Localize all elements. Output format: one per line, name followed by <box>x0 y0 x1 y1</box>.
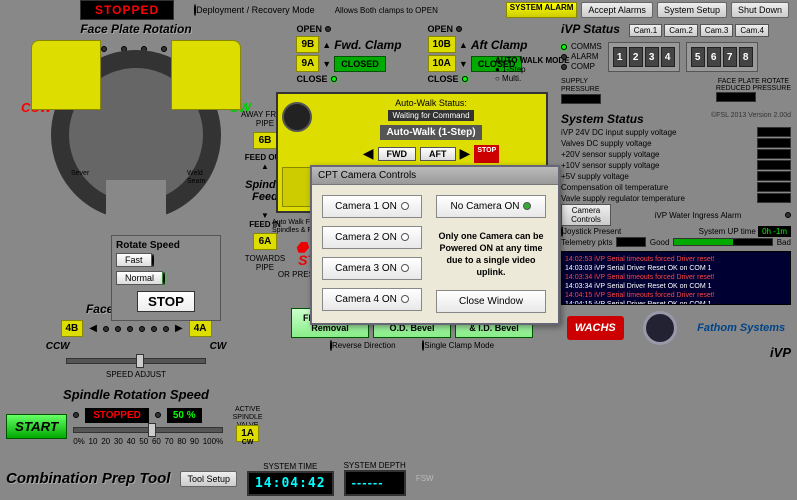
status-leds: COMMS ALARM COMP <box>561 41 602 72</box>
log-panel: 14:02:53 iVP Serial timeouts forced Driv… <box>561 251 791 305</box>
key-4a[interactable]: 4A <box>189 320 212 337</box>
seal-icon <box>282 102 312 132</box>
spindle-start-button[interactable]: START <box>6 414 67 439</box>
single-clamp-toggle[interactable]: Single Clamp Mode <box>424 341 494 350</box>
rotate-speed-label: Rotate Speed <box>116 240 216 251</box>
speed-adjust-slider[interactable] <box>66 358 206 364</box>
reduced-pressure-value <box>716 92 756 102</box>
connector-block-1: 1 2 3 4 <box>608 42 680 72</box>
deploy-mode-label[interactable]: Deployment / Recovery Mode <box>194 5 315 15</box>
stopped-indicator: STOPPED <box>80 0 174 20</box>
fathom-logo: Fathom Systems <box>697 323 785 334</box>
no-camera-on-button[interactable]: No Camera ON <box>436 195 546 218</box>
status-row: Vavle supply regulator temperature <box>561 193 791 203</box>
key-9a[interactable]: 9A <box>296 55 319 72</box>
cam1-button[interactable]: Cam.1 <box>629 24 663 37</box>
key-10b[interactable]: 10B <box>428 36 456 53</box>
spindle-percent: 50 % <box>167 408 202 423</box>
aft-clamp-section: OPEN 10B▲Aft Clamp 10A▼CLOSED CLOSE AUTO… <box>428 22 528 86</box>
camera-note: Only one Camera can be Powered ON at any… <box>436 226 546 282</box>
spindle-speed-title: Spindle Rotation Speed <box>6 387 266 402</box>
left-panel: Face Plate Rotation CCW CW Sever Weld Se… <box>6 22 266 447</box>
spindle-speed-slider[interactable] <box>73 427 223 433</box>
aw-fwd-button[interactable]: FWD <box>378 147 417 161</box>
arrow-left-icon: ◀ <box>363 145 374 163</box>
arrow-down-icon: ▼ <box>459 59 468 69</box>
arrow-left-icon: ◀ <box>89 323 97 334</box>
app-title: Combination Prep Tool <box>6 470 170 487</box>
telemetry-bar <box>673 238 773 246</box>
faceplate-rotation-title: Face Plate Rotation <box>6 22 266 36</box>
faceplate-visual: CCW CW Sever Weld Seam Rotate Speed Fast… <box>21 40 251 220</box>
arrow-up-icon: ▲ <box>322 40 331 50</box>
logos-row: WACHS Fathom Systems <box>561 311 791 345</box>
cam2-button[interactable]: Cam.2 <box>664 24 698 37</box>
camera-controls-button[interactable]: Camera Controls <box>561 204 611 226</box>
aw-stop-button[interactable]: STOP <box>474 145 499 163</box>
system-depth-value: ------ <box>344 470 406 496</box>
allow-clamps-note: Allows Both clamps to OPEN <box>335 6 438 15</box>
status-row: Compensation oil temperature <box>561 182 791 192</box>
shut-down-button[interactable]: Shut Down <box>731 2 789 18</box>
normal-button[interactable]: Normal <box>116 271 163 285</box>
status-row: iVP 24V DC input supply voltage <box>561 127 791 137</box>
system-time-value: 14:04:42 <box>247 471 334 496</box>
close-window-button[interactable]: Close Window <box>436 290 546 313</box>
jaw-left-icon <box>31 40 101 110</box>
connector-block-2: 5 6 7 8 <box>686 42 758 72</box>
ivp-status-title: iVP Status <box>561 22 620 36</box>
system-alarm-indicator: SYSTEM ALARM <box>506 2 578 18</box>
fwd-clamp-closed: CLOSED <box>334 56 386 72</box>
aw-1step-label: Auto-Walk (1-Step) <box>380 125 481 140</box>
camera-controls-dialog: CPT Camera Controls Camera 1 ON Camera 2… <box>310 165 560 325</box>
spindle-ticks: 0%102030405060708090100% <box>73 437 223 446</box>
jaw-right-icon <box>171 40 241 110</box>
arrow-down-icon: ▼ <box>322 59 331 69</box>
system-status-section: System Status ©FSL 2013 Version 2.00d iV… <box>561 112 791 305</box>
key-9b[interactable]: 9B <box>296 36 319 53</box>
rotate-speed-box: Rotate Speed Fast Normal STOP <box>111 235 221 321</box>
camera-1-on-button[interactable]: Camera 1 ON <box>322 195 422 218</box>
bottom-bar: Combination Prep Tool Tool Setup SYSTEM … <box>6 461 791 496</box>
camera-4-on-button[interactable]: Camera 4 ON <box>322 288 422 311</box>
wachs-subsea-seal-icon <box>643 311 677 345</box>
right-panel: iVP Status Cam.1 Cam.2 Cam.3 Cam.4 COMMS… <box>561 22 791 360</box>
uptime-value: 0h -1m <box>758 226 791 237</box>
key-4b[interactable]: 4B <box>61 320 84 337</box>
faceplate-stop-button[interactable]: STOP <box>137 291 195 312</box>
accept-alarms-button[interactable]: Accept Alarms <box>581 2 653 18</box>
status-row: +20V sensor supply voltage <box>561 149 791 159</box>
speed-adjust-label: SPEED ADJUST <box>6 370 266 379</box>
camera-2-on-button[interactable]: Camera 2 ON <box>322 226 422 249</box>
fast-button[interactable]: Fast <box>116 253 152 267</box>
tool-setup-button[interactable]: Tool Setup <box>180 471 237 487</box>
wachs-logo: WACHS <box>567 316 624 340</box>
cam4-button[interactable]: Cam.4 <box>735 24 769 37</box>
top-bar: STOPPED Deployment / Recovery Mode Allow… <box>0 2 797 18</box>
sever-label: Sever <box>71 170 89 177</box>
status-row: +5V supply voltage <box>561 171 791 181</box>
arrow-right-icon: ▶ <box>175 323 183 334</box>
ivp-label: iVP <box>561 345 791 360</box>
status-row: Valves DC supply voltage <box>561 138 791 148</box>
fwd-clamp-section: OPEN 9B▲Fwd. Clamp 9A▼CLOSED CLOSE <box>296 22 401 86</box>
arrow-up-icon: ▲ <box>459 40 468 50</box>
supply-pressure-value <box>561 94 601 104</box>
reverse-direction-toggle[interactable]: Reverse Direction <box>332 341 396 350</box>
aw-aft-button[interactable]: AFT <box>420 147 456 161</box>
system-setup-button[interactable]: System Setup <box>657 2 727 18</box>
dialog-title: CPT Camera Controls <box>312 167 558 185</box>
status-row: +10V sensor supply voltage <box>561 160 791 170</box>
aw-status-value: Waiting for Command <box>388 110 473 121</box>
auto-walk-mode-selector[interactable]: AUTO WALK MODE ● 1-Step ○ Multi. <box>495 56 570 83</box>
cam3-button[interactable]: Cam.3 <box>700 24 734 37</box>
spindle-stopped-indicator: STOPPED <box>85 408 149 423</box>
weld-seam-label: Weld Seam <box>187 170 211 186</box>
camera-3-on-button[interactable]: Camera 3 ON <box>322 257 422 280</box>
version-label: ©FSL 2013 Version 2.00d <box>711 112 791 119</box>
arrow-right-icon: ▶ <box>460 145 471 163</box>
key-10a[interactable]: 10A <box>428 55 456 72</box>
